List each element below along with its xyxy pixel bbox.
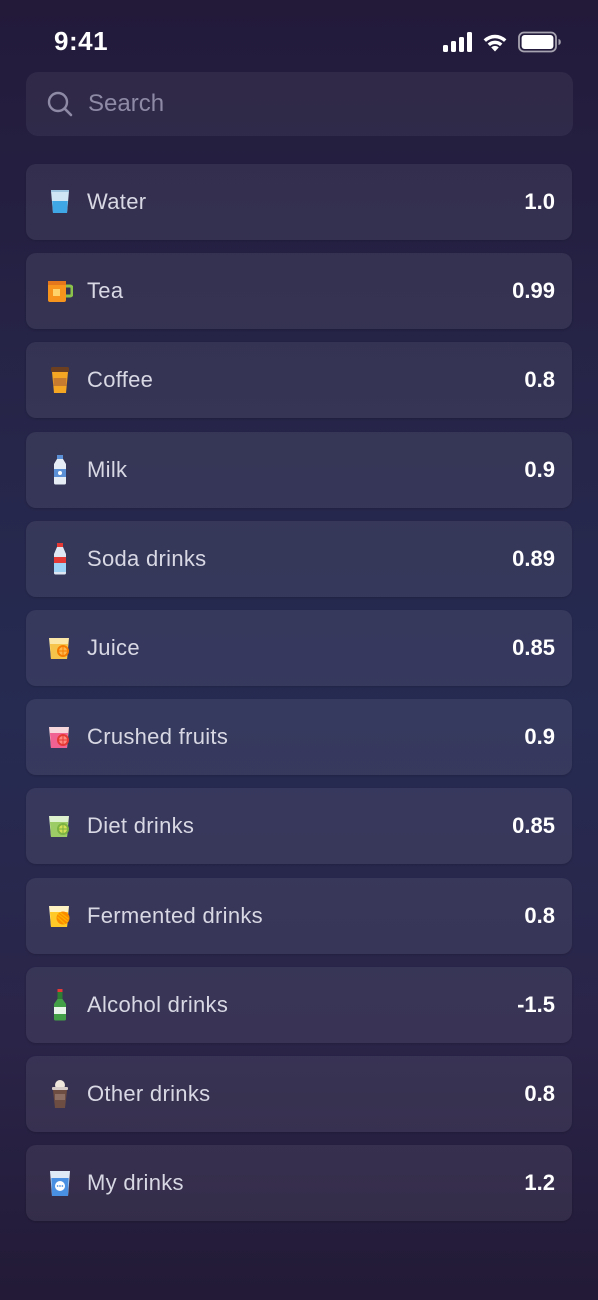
drink-value: 0.8 [524,902,555,928]
battery-icon [518,31,562,53]
search-icon [47,91,73,117]
drink-value: 0.9 [524,456,555,482]
fermented-drink-icon [46,902,74,930]
drink-value: 0.85 [512,813,555,839]
list-item-other-drinks[interactable]: Other drinks 0.8 [26,1055,572,1132]
drinks-list: Water 1.0 Tea 0.99 Coffee 0.8 Milk 0.9 S… [26,164,572,1234]
list-item-fermented-drinks[interactable]: Fermented drinks 0.8 [26,877,572,954]
drink-name: Alcohol drinks [87,991,229,1017]
status-icons [443,30,562,54]
drink-value: 0.9 [524,724,555,750]
other-drink-icon [46,1079,74,1108]
diet-drink-icon [46,812,74,840]
drink-value: 1.0 [524,189,555,214]
signal-icon [443,32,472,52]
drink-value: 0.89 [512,545,555,571]
juice-glass-icon [46,634,74,662]
status-bar: 9:41 [0,0,598,72]
drink-value: 1.2 [524,1170,555,1196]
drink-name: My drinks [87,1170,184,1196]
drink-name: Fermented drinks [87,902,263,928]
coffee-cup-icon [46,366,74,394]
my-drink-cup-icon [46,1169,74,1197]
crushed-fruits-icon [46,723,74,751]
drink-name: Milk [87,456,128,482]
milk-bottle-icon [46,454,74,485]
drink-name: Juice [87,634,140,660]
list-item-soda-drinks[interactable]: Soda drinks 0.89 [26,520,572,597]
drink-value: 0.8 [524,367,555,393]
list-item-alcohol-drinks[interactable]: Alcohol drinks -1.5 [26,966,572,1043]
drink-name: Other drinks [87,1080,211,1106]
drink-name: Soda drinks [87,545,207,571]
list-item-diet-drinks[interactable]: Diet drinks 0.85 [26,788,572,865]
list-item-coffee[interactable]: Coffee 0.8 [26,342,572,419]
drink-value: -1.5 [517,991,555,1017]
search-input[interactable] [88,72,548,136]
list-item-crushed-fruits[interactable]: Crushed fruits 0.9 [26,699,572,776]
drink-value: 0.8 [524,1080,555,1106]
search-bar[interactable] [26,72,573,136]
list-item-tea[interactable]: Tea 0.99 [26,253,572,330]
drink-name: Coffee [87,367,154,393]
alcohol-bottle-icon [46,988,74,1021]
list-item-water[interactable]: Water 1.0 [26,164,572,240]
drink-name: Water [87,189,147,214]
status-time: 9:41 [54,26,109,56]
list-item-juice[interactable]: Juice 0.85 [26,609,572,686]
tea-mug-icon [46,277,74,305]
list-item-milk[interactable]: Milk 0.9 [26,431,572,508]
drink-name: Crushed fruits [87,724,229,750]
drink-value: 0.85 [512,634,555,660]
soda-bottle-icon [46,542,74,575]
drink-value: 0.99 [512,278,555,304]
glass-of-water-icon [46,188,74,216]
list-item-my-drinks[interactable]: My drinks 1.2 [26,1145,572,1222]
drink-name: Tea [87,278,124,304]
drink-name: Diet drinks [87,813,195,839]
wifi-icon [481,31,509,53]
